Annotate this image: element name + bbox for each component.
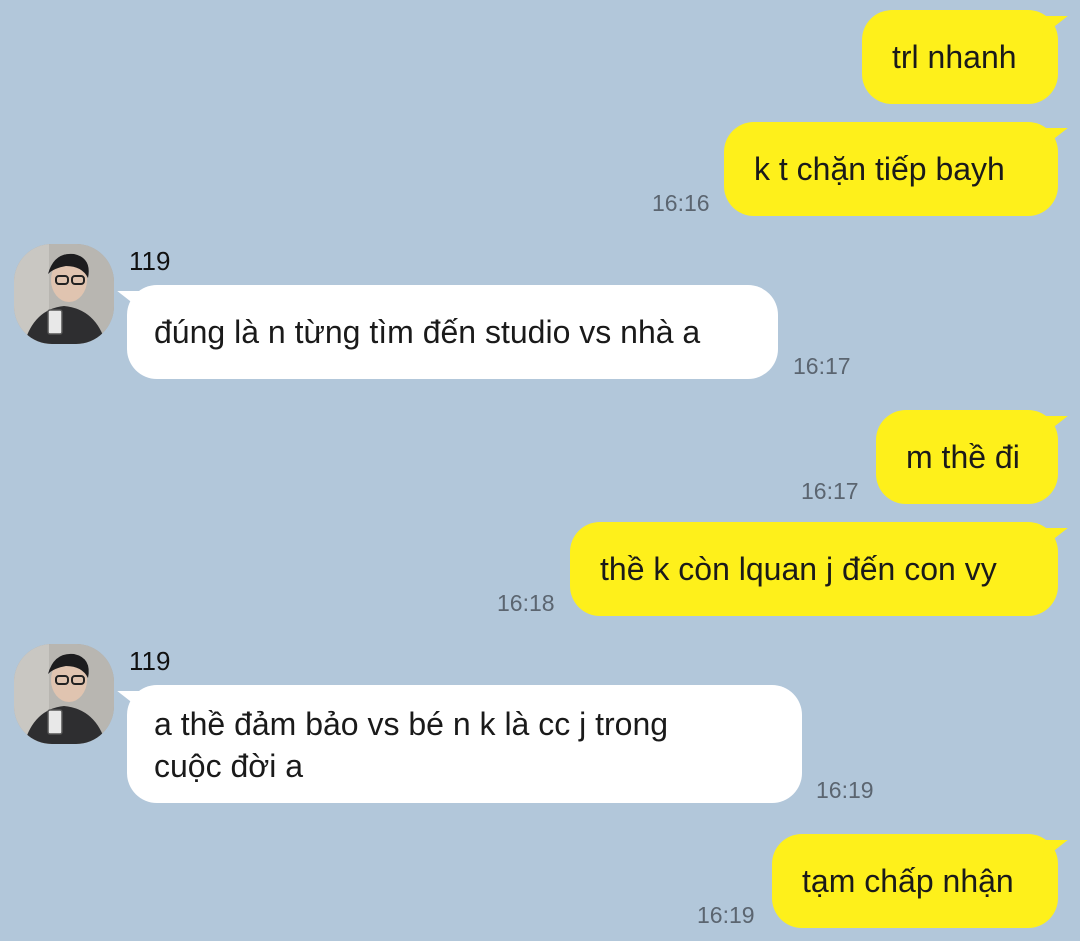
message-timestamp: 16:18: [497, 590, 555, 616]
sender-name: 119: [129, 646, 171, 676]
contact-avatar[interactable]: [14, 244, 114, 344]
outgoing-message-bubble[interactable]: trl nhanh: [862, 10, 1058, 104]
message-timestamp: 16:17: [793, 353, 851, 379]
outgoing-message-bubble[interactable]: tạm chấp nhận: [772, 834, 1058, 928]
outgoing-message-bubble[interactable]: thề k còn lquan j đến con vy: [570, 522, 1058, 616]
outgoing-message-bubble[interactable]: k t chặn tiếp bayh: [724, 122, 1058, 216]
message-timestamp: 16:17: [801, 478, 859, 504]
message-text: m thề đi: [906, 439, 1020, 475]
sender-name: 119: [129, 246, 171, 276]
message-text: k t chặn tiếp bayh: [754, 151, 1005, 187]
message-text: đúng là n từng tìm đến studio vs nhà a: [154, 314, 701, 350]
contact-avatar[interactable]: [14, 644, 114, 744]
outgoing-message-bubble[interactable]: m thề đi: [876, 410, 1058, 504]
message-text: tạm chấp nhận: [802, 863, 1014, 899]
message-timestamp: 16:16: [652, 190, 710, 216]
message-timestamp: 16:19: [816, 777, 874, 803]
profile-photo-avatar-icon: [14, 644, 114, 744]
incoming-message-bubble[interactable]: a thề đảm bảo vs bé n k là cc j trong cu…: [127, 685, 802, 803]
profile-photo-avatar-icon: [14, 244, 114, 344]
message-text: thề k còn lquan j đến con vy: [600, 551, 997, 587]
message-timestamp: 16:19: [697, 902, 755, 928]
message-text-line: cuộc đời a: [154, 748, 304, 784]
message-text-line: a thề đảm bảo vs bé n k là cc j trong: [154, 706, 669, 742]
incoming-message-bubble[interactable]: đúng là n từng tìm đến studio vs nhà a: [127, 285, 778, 379]
message-text: trl nhanh: [892, 39, 1017, 75]
